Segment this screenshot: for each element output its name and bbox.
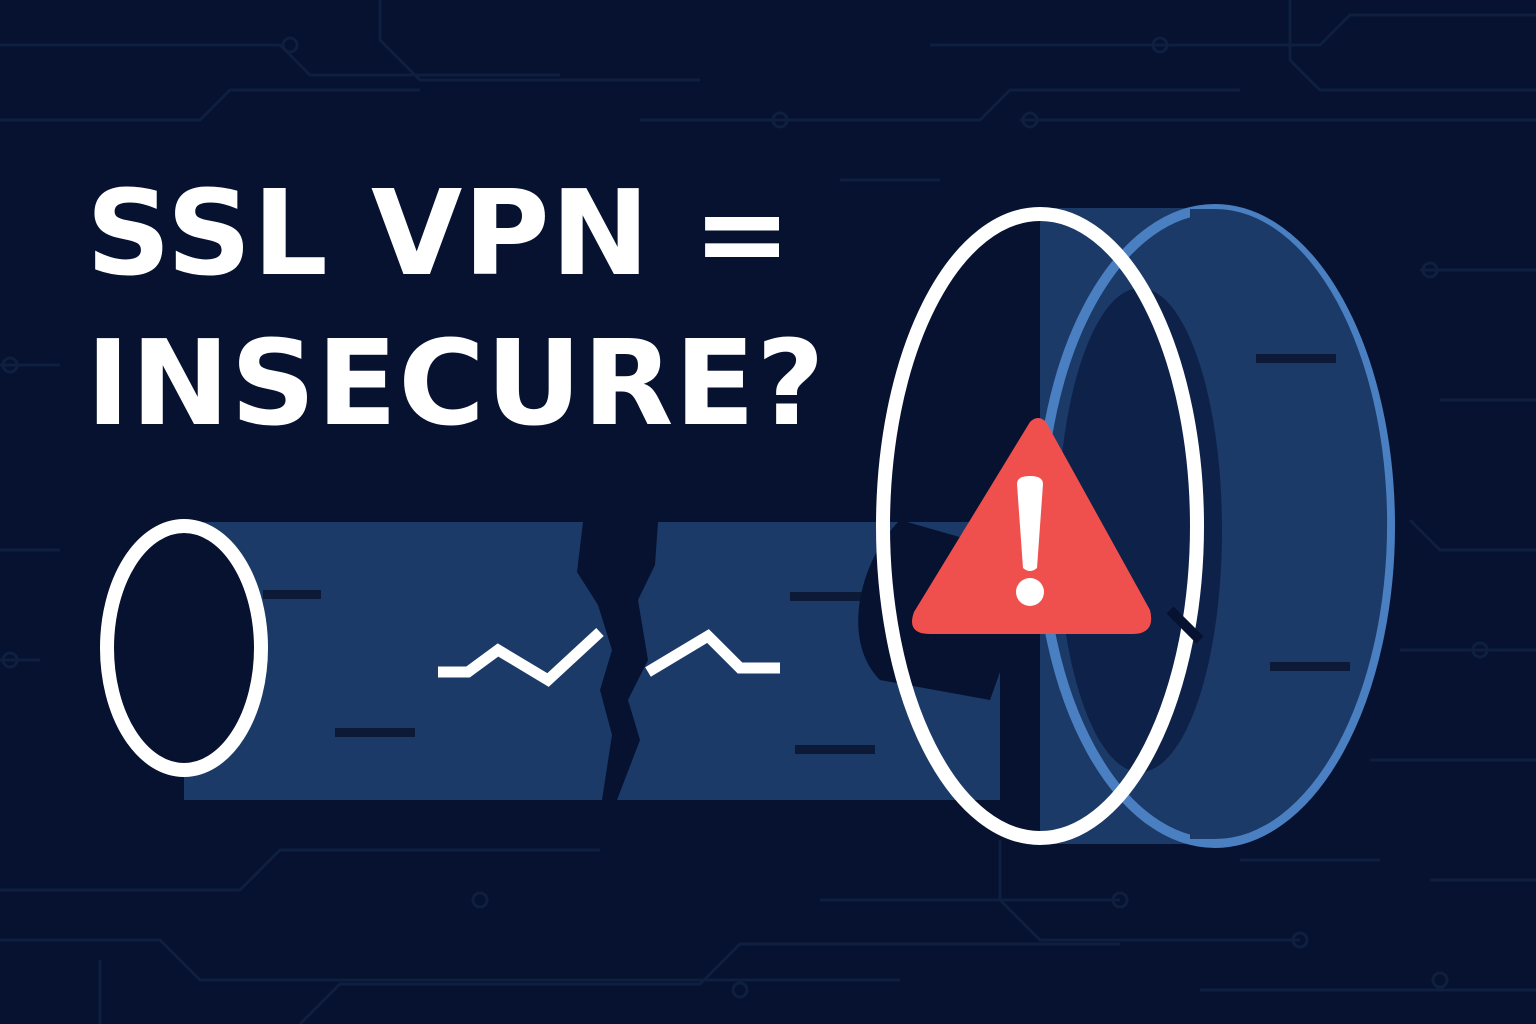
thumbnail-canvas: SSL VPN = INSECURE? bbox=[0, 0, 1536, 1024]
tunnel-opening-left bbox=[100, 519, 268, 777]
headline-line-1: SSL VPN = bbox=[86, 164, 793, 302]
headline: SSL VPN = INSECURE? bbox=[86, 158, 826, 458]
illustration bbox=[0, 0, 1536, 1024]
headline-line-2: INSECURE? bbox=[86, 314, 826, 452]
